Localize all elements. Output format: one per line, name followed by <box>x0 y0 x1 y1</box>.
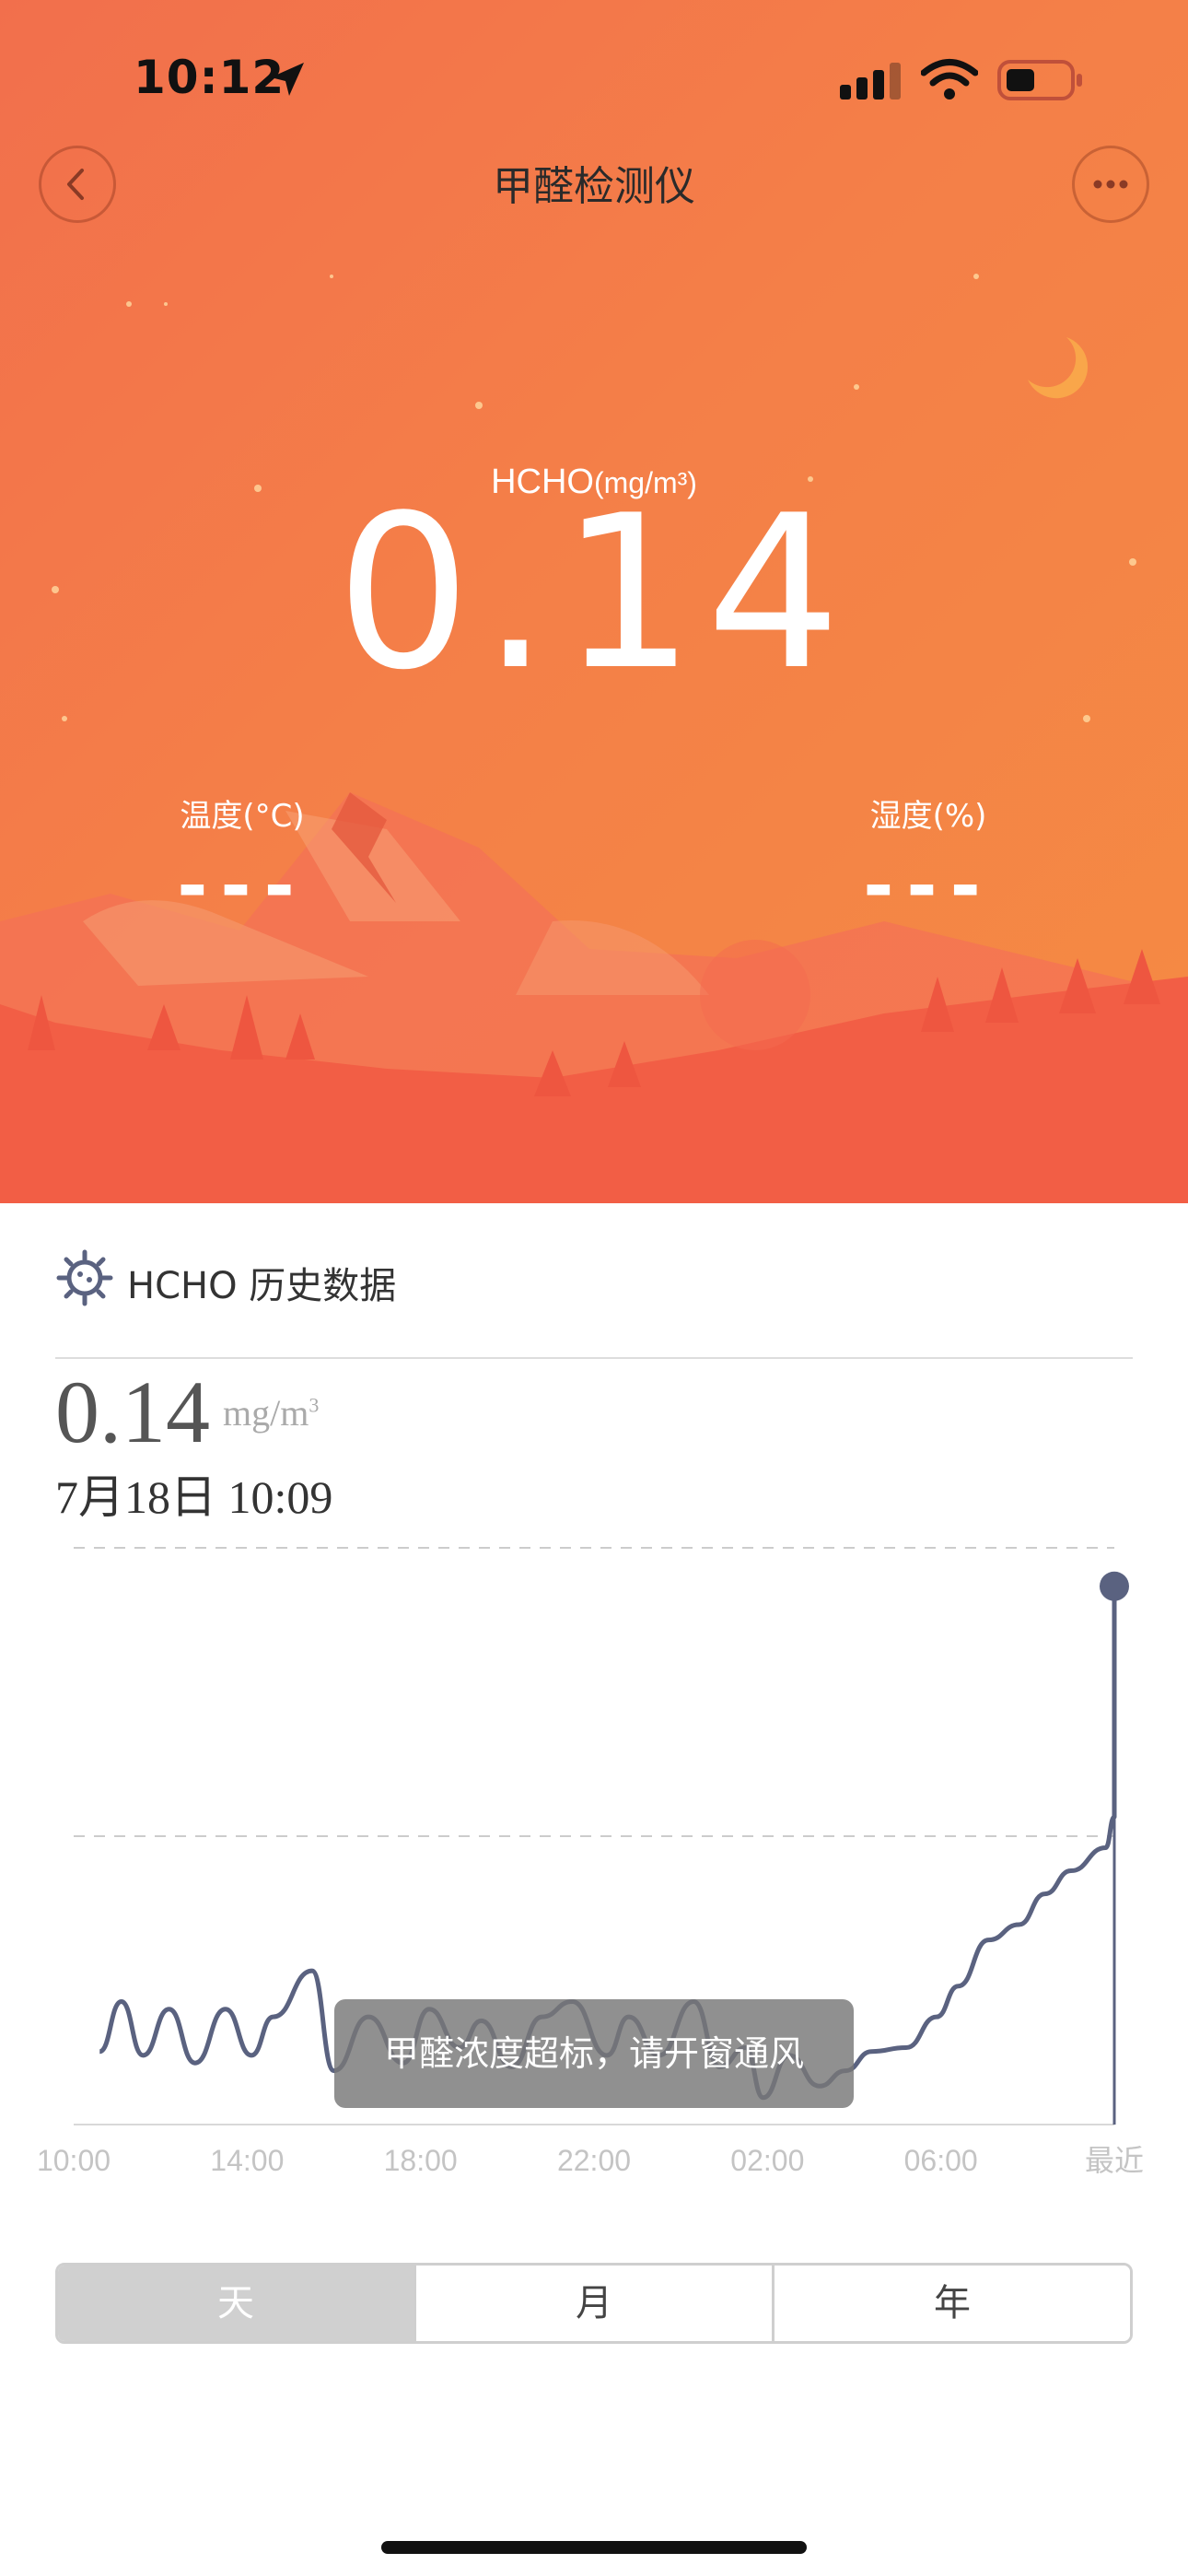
wifi-icon <box>921 59 978 100</box>
history-title: HCHO 历史数据 <box>127 1265 397 1307</box>
more-button[interactable] <box>1072 146 1149 223</box>
segment-day[interactable]: 天 <box>58 2266 416 2341</box>
current-date: 7月18日 10:09 <box>55 1471 333 1523</box>
signal-icon <box>840 63 901 100</box>
home-indicator[interactable] <box>381 2541 807 2554</box>
x-tick-label: 22:00 <box>557 2144 631 2177</box>
humidity-label: 湿度(%) <box>869 798 987 835</box>
status-time: 10:12 <box>134 51 285 104</box>
location-arrow-icon <box>271 63 304 96</box>
x-tick-label: 02:00 <box>730 2144 804 2177</box>
x-tick-label: 18:00 <box>384 2144 458 2177</box>
current-point <box>1100 1571 1129 1601</box>
x-tick-label: 10:00 <box>37 2144 111 2177</box>
warning-toast: 甲醛浓度超标，请开窗通风 <box>334 1999 854 2108</box>
hcho-value: 0.14 <box>335 471 853 717</box>
segment-year[interactable]: 年 <box>775 2266 1130 2341</box>
current-unit-text: mg/m <box>223 1392 309 1434</box>
x-tick-label: 06:00 <box>904 2144 978 2177</box>
gear-icon <box>56 1249 113 1306</box>
temperature-value: --- <box>177 843 308 929</box>
current-unit: mg/m3 <box>223 1391 319 1434</box>
current-unit-sup: 3 <box>309 1393 320 1417</box>
period-selector: 天 月 年 <box>55 2263 1133 2344</box>
page-title: 甲醛检测仪 <box>493 163 695 210</box>
x-tick-label: 最近 <box>1085 2144 1144 2177</box>
divider <box>55 1357 1133 1359</box>
ellipsis-icon <box>1093 180 1128 189</box>
moon-icon <box>1028 337 1089 399</box>
current-value: 0.14 <box>55 1363 210 1461</box>
x-tick-label: 14:00 <box>210 2144 284 2177</box>
hero-panel: 10:12 甲醛检测仪 HCHO(mg/m³) 0.14 温度(°C) --- … <box>0 0 1188 1203</box>
temperature-label: 温度(°C) <box>180 798 305 835</box>
battery-icon <box>997 60 1082 100</box>
status-bar: 10:12 <box>0 0 1188 157</box>
segment-month[interactable]: 月 <box>416 2266 775 2341</box>
humidity-value: --- <box>863 843 994 929</box>
